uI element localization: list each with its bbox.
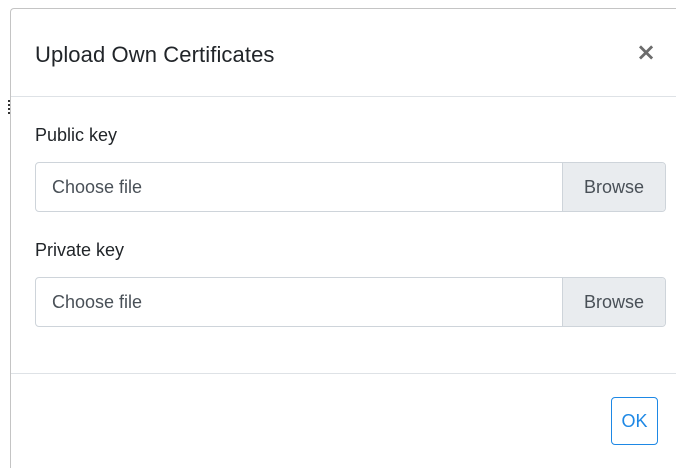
dialog-body: Public key Choose file Browse Private ke… xyxy=(11,97,676,373)
public-key-placeholder: Choose file xyxy=(52,177,143,197)
close-icon: × xyxy=(635,38,657,66)
private-key-placeholder: Choose file xyxy=(52,292,143,312)
public-key-file-input[interactable]: Choose file Browse xyxy=(35,162,666,212)
upload-certificates-dialog: Upload Own Certificates × Public key Cho… xyxy=(10,8,676,468)
dialog-title: Upload Own Certificates xyxy=(35,42,275,67)
private-key-browse-button[interactable]: Browse xyxy=(562,278,665,326)
close-button[interactable]: × xyxy=(634,38,658,66)
ok-button[interactable]: OK xyxy=(611,397,658,445)
public-key-label: Public key xyxy=(35,125,118,145)
dialog-header: Upload Own Certificates × xyxy=(11,9,676,97)
private-key-file-input[interactable]: Choose file Browse xyxy=(35,277,666,327)
dialog-footer: OK xyxy=(11,373,676,469)
public-key-browse-button[interactable]: Browse xyxy=(562,163,665,211)
private-key-label: Private key xyxy=(35,240,125,260)
